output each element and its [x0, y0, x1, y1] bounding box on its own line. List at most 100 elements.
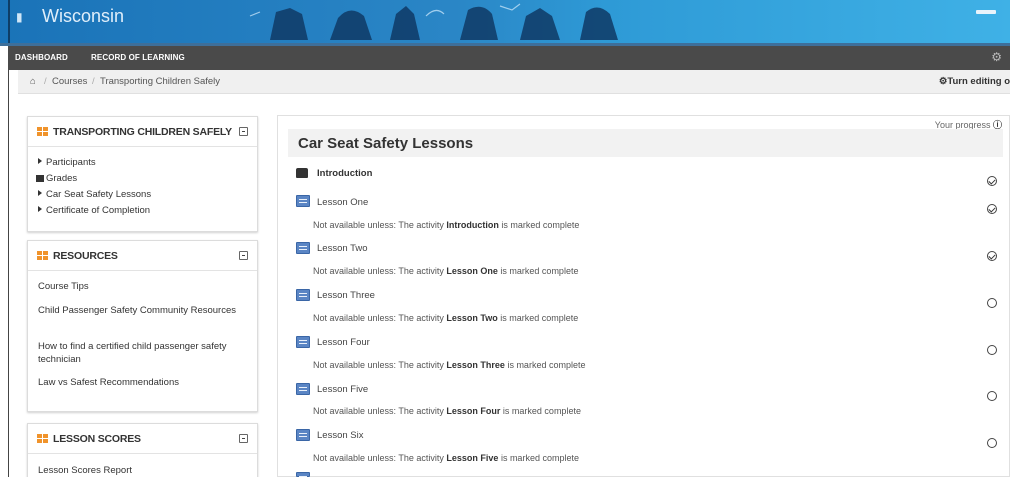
- restriction-activity: Lesson Three: [446, 360, 505, 370]
- restriction-text: Not available unless: The activity Lesso…: [313, 313, 578, 323]
- block-icon: [37, 434, 49, 443]
- restriction-suffix: is marked complete: [498, 453, 579, 463]
- completion-checkbox[interactable]: [987, 391, 997, 401]
- page-edge: [8, 70, 9, 477]
- restriction-prefix: Not available unless: The activity: [313, 360, 447, 370]
- activity-lesson-six[interactable]: Lesson Six: [317, 430, 363, 441]
- breadcrumb: ⌂ / Courses / Transporting Children Safe…: [18, 70, 1010, 94]
- block-icon: [37, 251, 49, 260]
- resources-block: RESOURCES Course Tips Child Passenger Sa…: [27, 240, 258, 412]
- restriction-activity: Lesson One: [446, 266, 498, 276]
- lesson-icon: [296, 383, 310, 395]
- triangle-right-icon: [38, 206, 42, 212]
- nav-dashboard[interactable]: DASHBOARD: [15, 53, 68, 62]
- turn-editing-button[interactable]: ⚙Turn editing o: [939, 76, 1010, 87]
- restriction-text: Not available unless: The activity Lesso…: [313, 406, 581, 416]
- completion-checkbox[interactable]: [987, 204, 997, 214]
- tree-item-participants[interactable]: Participants: [38, 157, 96, 168]
- resource-link-course-tips[interactable]: Course Tips: [38, 280, 258, 293]
- completion-checkbox[interactable]: [987, 345, 997, 355]
- restriction-activity: Lesson Two: [446, 313, 498, 323]
- main-nav: DASHBOARD RECORD OF LEARNING ⚙: [8, 46, 1010, 70]
- resource-link-community[interactable]: Child Passenger Safety Community Resourc…: [38, 304, 258, 317]
- activity-lesson-four[interactable]: Lesson Four: [317, 337, 370, 348]
- turn-editing-label: Turn editing o: [947, 76, 1010, 87]
- section-header: Car Seat Safety Lessons: [288, 129, 1003, 157]
- user-menu[interactable]: [976, 10, 996, 14]
- table-icon: [36, 175, 44, 182]
- restriction-suffix: is marked complete: [504, 360, 586, 370]
- block-header: LESSON SCORES: [28, 424, 257, 454]
- logo-icon: ▮: [16, 10, 23, 24]
- block-header: RESOURCES: [28, 241, 257, 271]
- breadcrumb-course[interactable]: Transporting Children Safely: [100, 76, 220, 87]
- restriction-suffix: is marked complete: [497, 313, 579, 323]
- tree-item-label: Grades: [46, 173, 78, 184]
- gear-icon[interactable]: ⚙: [991, 50, 1002, 64]
- breadcrumb-courses[interactable]: Courses: [52, 76, 87, 87]
- restriction-text: Not available unless: The activity Lesso…: [313, 266, 578, 276]
- collapse-icon[interactable]: [239, 251, 248, 260]
- site-title[interactable]: Wisconsin: [42, 6, 124, 27]
- completion-checkbox[interactable]: [987, 298, 997, 308]
- restriction-text: Not available unless: The activity Lesso…: [313, 360, 585, 370]
- block-icon: [37, 127, 49, 136]
- nav-record-of-learning[interactable]: RECORD OF LEARNING: [91, 53, 185, 62]
- restriction-activity: Lesson Five: [446, 453, 499, 463]
- resource-link-law[interactable]: Law vs Safest Recommendations: [38, 376, 258, 389]
- lesson-icon: [296, 336, 310, 348]
- activity-lesson-one[interactable]: Lesson One: [317, 197, 368, 208]
- lesson-scores-report-link[interactable]: Lesson Scores Report: [38, 464, 258, 477]
- restriction-prefix: Not available unless: The activity: [313, 406, 447, 416]
- block-header: TRANSPORTING CHILDREN SAFELY: [28, 117, 257, 147]
- home-icon[interactable]: ⌂: [30, 76, 36, 87]
- activity-lesson-two[interactable]: Lesson Two: [317, 243, 368, 254]
- activity-lesson-five[interactable]: Lesson Five: [317, 384, 368, 395]
- triangle-right-icon: [38, 158, 42, 164]
- restriction-activity: Introduction: [446, 220, 499, 230]
- completion-checkbox[interactable]: [987, 176, 997, 186]
- block-title: TRANSPORTING CHILDREN SAFELY: [53, 126, 232, 138]
- tree-item-car-seat-lessons[interactable]: Car Seat Safety Lessons: [38, 189, 151, 200]
- restriction-suffix: is marked complete: [500, 406, 581, 416]
- triangle-right-icon: [38, 190, 42, 196]
- restriction-activity: Lesson Four: [446, 406, 501, 416]
- quiz-icon: [296, 168, 308, 178]
- activity-lesson-three[interactable]: Lesson Three: [317, 290, 375, 301]
- resource-link-technician[interactable]: How to find a certified child passenger …: [38, 340, 258, 366]
- activity-introduction[interactable]: Introduction: [317, 168, 372, 179]
- banner-edge: [8, 0, 10, 46]
- site-banner: ▮ Wisconsin: [0, 0, 1010, 46]
- lesson-icon: [296, 289, 310, 301]
- tree-item-certificate[interactable]: Certificate of Completion: [38, 205, 150, 216]
- restriction-prefix: Not available unless: The activity: [313, 313, 447, 323]
- restriction-suffix: is marked complete: [497, 266, 579, 276]
- restriction-text: Not available unless: The activity Intro…: [313, 220, 579, 230]
- breadcrumb-separator: /: [92, 76, 95, 87]
- completion-checkbox[interactable]: [987, 438, 997, 448]
- section-title: Car Seat Safety Lessons: [298, 135, 474, 152]
- collapse-icon[interactable]: [239, 434, 248, 443]
- banner-silhouettes: [249, 3, 618, 40]
- lesson-icon: [296, 472, 310, 477]
- restriction-suffix: is marked complete: [498, 220, 580, 230]
- lesson-icon: [296, 195, 310, 207]
- lesson-icon: [296, 242, 310, 254]
- course-navigation-block: TRANSPORTING CHILDREN SAFELY Participant…: [27, 116, 258, 232]
- completion-checkbox[interactable]: [987, 251, 997, 261]
- block-title: RESOURCES: [53, 250, 118, 262]
- lesson-icon: [296, 429, 310, 441]
- tree-item-label: Car Seat Safety Lessons: [46, 189, 152, 200]
- restriction-text: Not available unless: The activity Lesso…: [313, 453, 579, 463]
- breadcrumb-separator: /: [44, 76, 47, 87]
- tree-item-grades[interactable]: Grades: [36, 173, 77, 184]
- tree-item-label: Certificate of Completion: [46, 205, 151, 216]
- restriction-prefix: Not available unless: The activity: [313, 266, 447, 276]
- restriction-prefix: Not available unless: The activity: [313, 453, 447, 463]
- collapse-icon[interactable]: [239, 127, 248, 136]
- restriction-prefix: Not available unless: The activity: [313, 220, 447, 230]
- tree-item-label: Participants: [46, 157, 96, 168]
- course-content: [277, 115, 1010, 477]
- block-title: LESSON SCORES: [53, 433, 141, 445]
- lesson-scores-block: LESSON SCORES Lesson Scores Report: [27, 423, 258, 477]
